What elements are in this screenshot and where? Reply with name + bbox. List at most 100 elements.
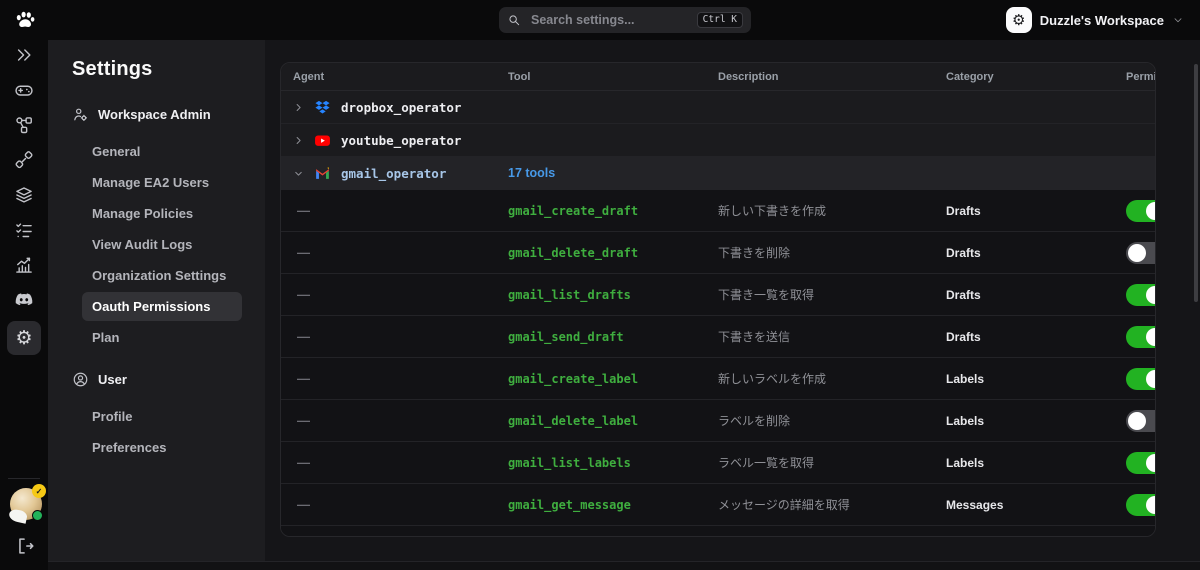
tool-row-gmail_send_draft: —gmail_send_draft下書きを送信Drafts	[281, 316, 1155, 358]
toggle-knob	[1128, 244, 1146, 262]
gamepad-icon	[14, 80, 34, 100]
permission-toggle[interactable]	[1126, 536, 1156, 538]
sidebar-item-preferences[interactable]: Preferences	[82, 433, 242, 462]
tool-name: gmail_list_drafts	[508, 288, 631, 302]
rail-item-discord[interactable]	[8, 286, 40, 314]
sidebar-item-general[interactable]: General	[82, 137, 242, 166]
user-avatar[interactable]: ✓	[10, 488, 42, 520]
tool-name: gmail_list_labels	[508, 456, 631, 470]
tool-description: 下書きを送信	[718, 330, 790, 344]
scrollbar-thumb[interactable]	[1194, 64, 1198, 302]
permission-toggle[interactable]	[1126, 410, 1156, 432]
tool-description: ラベル一覧を取得	[718, 456, 814, 470]
column-header-category: Category	[946, 71, 1126, 83]
column-header-agent: Agent	[293, 71, 508, 83]
main-content: AgentToolDescriptionCategoryPermission d…	[265, 40, 1200, 570]
search-shortcut-badge: Ctrl K	[697, 12, 743, 28]
double-chevron-right-icon	[14, 45, 34, 65]
toggle-knob	[1128, 412, 1146, 430]
permission-toggle[interactable]	[1126, 242, 1156, 264]
permission-toggle[interactable]	[1126, 452, 1156, 474]
footer-divider	[48, 561, 1200, 570]
tool-description: 新しいラベルを作成	[718, 372, 826, 386]
tool-category: Drafts	[946, 288, 981, 302]
rail-item-workflow[interactable]	[8, 111, 40, 139]
workspace-switcher[interactable]: ⚙ Duzzle's Workspace	[1006, 7, 1184, 33]
sidebar-section-user: User ProfilePreferences	[48, 368, 265, 462]
sidebar-section-workspace-admin: Workspace Admin GeneralManage EA2 UsersMa…	[48, 103, 265, 352]
workflow-icon	[14, 115, 34, 135]
chevron-down-icon	[1172, 14, 1184, 26]
column-header-permission: Permission	[1126, 71, 1156, 83]
tool-name: gmail_get_message	[508, 498, 631, 512]
sidebar-item-view-audit-logs[interactable]: View Audit Logs	[82, 230, 242, 259]
permission-toggle[interactable]	[1126, 494, 1156, 516]
sidebar-item-profile[interactable]: Profile	[82, 402, 242, 431]
rail-item-analytics[interactable]	[8, 251, 40, 279]
chevron-right-icon[interactable]	[293, 102, 304, 113]
toggle-knob	[1146, 286, 1156, 304]
admin-user-icon	[72, 106, 89, 123]
tool-row-gmail_delete_label: —gmail_delete_labelラベルを削除Labels	[281, 400, 1155, 442]
column-header-description: Description	[718, 71, 946, 83]
tool-row-partial	[281, 526, 1155, 537]
rail-item-tasks[interactable]	[8, 216, 40, 244]
column-header-tool: Tool	[508, 71, 718, 83]
settings-sidebar: Settings Workspace AdminGeneralManage EA…	[48, 40, 265, 570]
gmail-icon	[314, 165, 331, 182]
layers-icon	[14, 185, 34, 205]
toggle-knob	[1146, 328, 1156, 346]
permission-toggle[interactable]	[1126, 368, 1156, 390]
tool-description: メッセージの詳細を取得	[718, 498, 850, 512]
rail-item-gamepad[interactable]	[8, 76, 40, 104]
toggle-knob	[1146, 496, 1156, 514]
rail-item-double-chevron-right[interactable]	[8, 41, 40, 69]
section-header-user: User	[48, 368, 265, 390]
section-header-workspace-admin: Workspace Admin	[48, 103, 265, 125]
tool-row-gmail_create_label: —gmail_create_label新しいラベルを作成Labels	[281, 358, 1155, 400]
verified-badge-icon: ✓	[32, 484, 46, 498]
online-status-dot	[32, 510, 43, 521]
paw-logo-icon[interactable]	[12, 8, 38, 32]
permission-toggle[interactable]	[1126, 284, 1156, 306]
top-bar: Ctrl K ⚙ Duzzle's Workspace	[0, 0, 1200, 40]
agent-row-gmail_operator[interactable]: gmail_operator17 tools	[281, 157, 1155, 190]
table-body: dropbox_operatoryoutube_operatorgmail_op…	[281, 91, 1155, 537]
search-input[interactable]	[529, 12, 697, 28]
search-bar[interactable]: Ctrl K	[499, 7, 751, 33]
rail-item-layers[interactable]	[8, 181, 40, 209]
sidebar-item-manage-ea2-users[interactable]: Manage EA2 Users	[82, 168, 242, 197]
rail-item-integrations[interactable]	[8, 146, 40, 174]
tool-row-gmail_list_labels: —gmail_list_labelsラベル一覧を取得Labels	[281, 442, 1155, 484]
toggle-knob	[1146, 202, 1156, 220]
icon-rail: ⚙ ✓	[0, 40, 48, 570]
tool-row-gmail_delete_draft: —gmail_delete_draft下書きを削除Drafts	[281, 232, 1155, 274]
agent-row-dropbox_operator[interactable]: dropbox_operator	[281, 91, 1155, 124]
analytics-icon	[14, 255, 34, 275]
logout-icon[interactable]	[14, 535, 36, 557]
tasks-icon	[14, 220, 34, 240]
rail-divider	[8, 478, 40, 479]
search-icon	[507, 13, 521, 27]
agent-row-youtube_operator[interactable]: youtube_operator	[281, 124, 1155, 157]
sidebar-item-plan[interactable]: Plan	[82, 323, 242, 352]
tool-name: gmail_delete_label	[508, 414, 638, 428]
tool-category: Labels	[946, 456, 984, 470]
toggle-knob	[1146, 370, 1156, 388]
chevron-down-icon[interactable]	[293, 168, 304, 179]
sidebar-item-manage-policies[interactable]: Manage Policies	[82, 199, 242, 228]
chevron-right-icon[interactable]	[293, 135, 304, 146]
tool-description: 新しい下書きを作成	[718, 204, 826, 218]
tool-row-gmail_create_draft: —gmail_create_draft新しい下書きを作成Drafts	[281, 190, 1155, 232]
toggle-knob	[1146, 454, 1156, 472]
tool-category: Labels	[946, 372, 984, 386]
permission-toggle[interactable]	[1126, 326, 1156, 348]
sidebar-item-organization-settings[interactable]: Organization Settings	[82, 261, 242, 290]
tool-name: gmail_create_label	[508, 372, 638, 386]
sidebar-item-oauth-permissions[interactable]: Oauth Permissions	[82, 292, 242, 321]
permission-toggle[interactable]	[1126, 200, 1156, 222]
tools-count: 17 tools	[508, 166, 555, 180]
dropbox-icon	[314, 99, 331, 116]
rail-item-settings-gear[interactable]: ⚙	[7, 321, 41, 355]
tool-description: 下書き一覧を取得	[718, 288, 814, 302]
